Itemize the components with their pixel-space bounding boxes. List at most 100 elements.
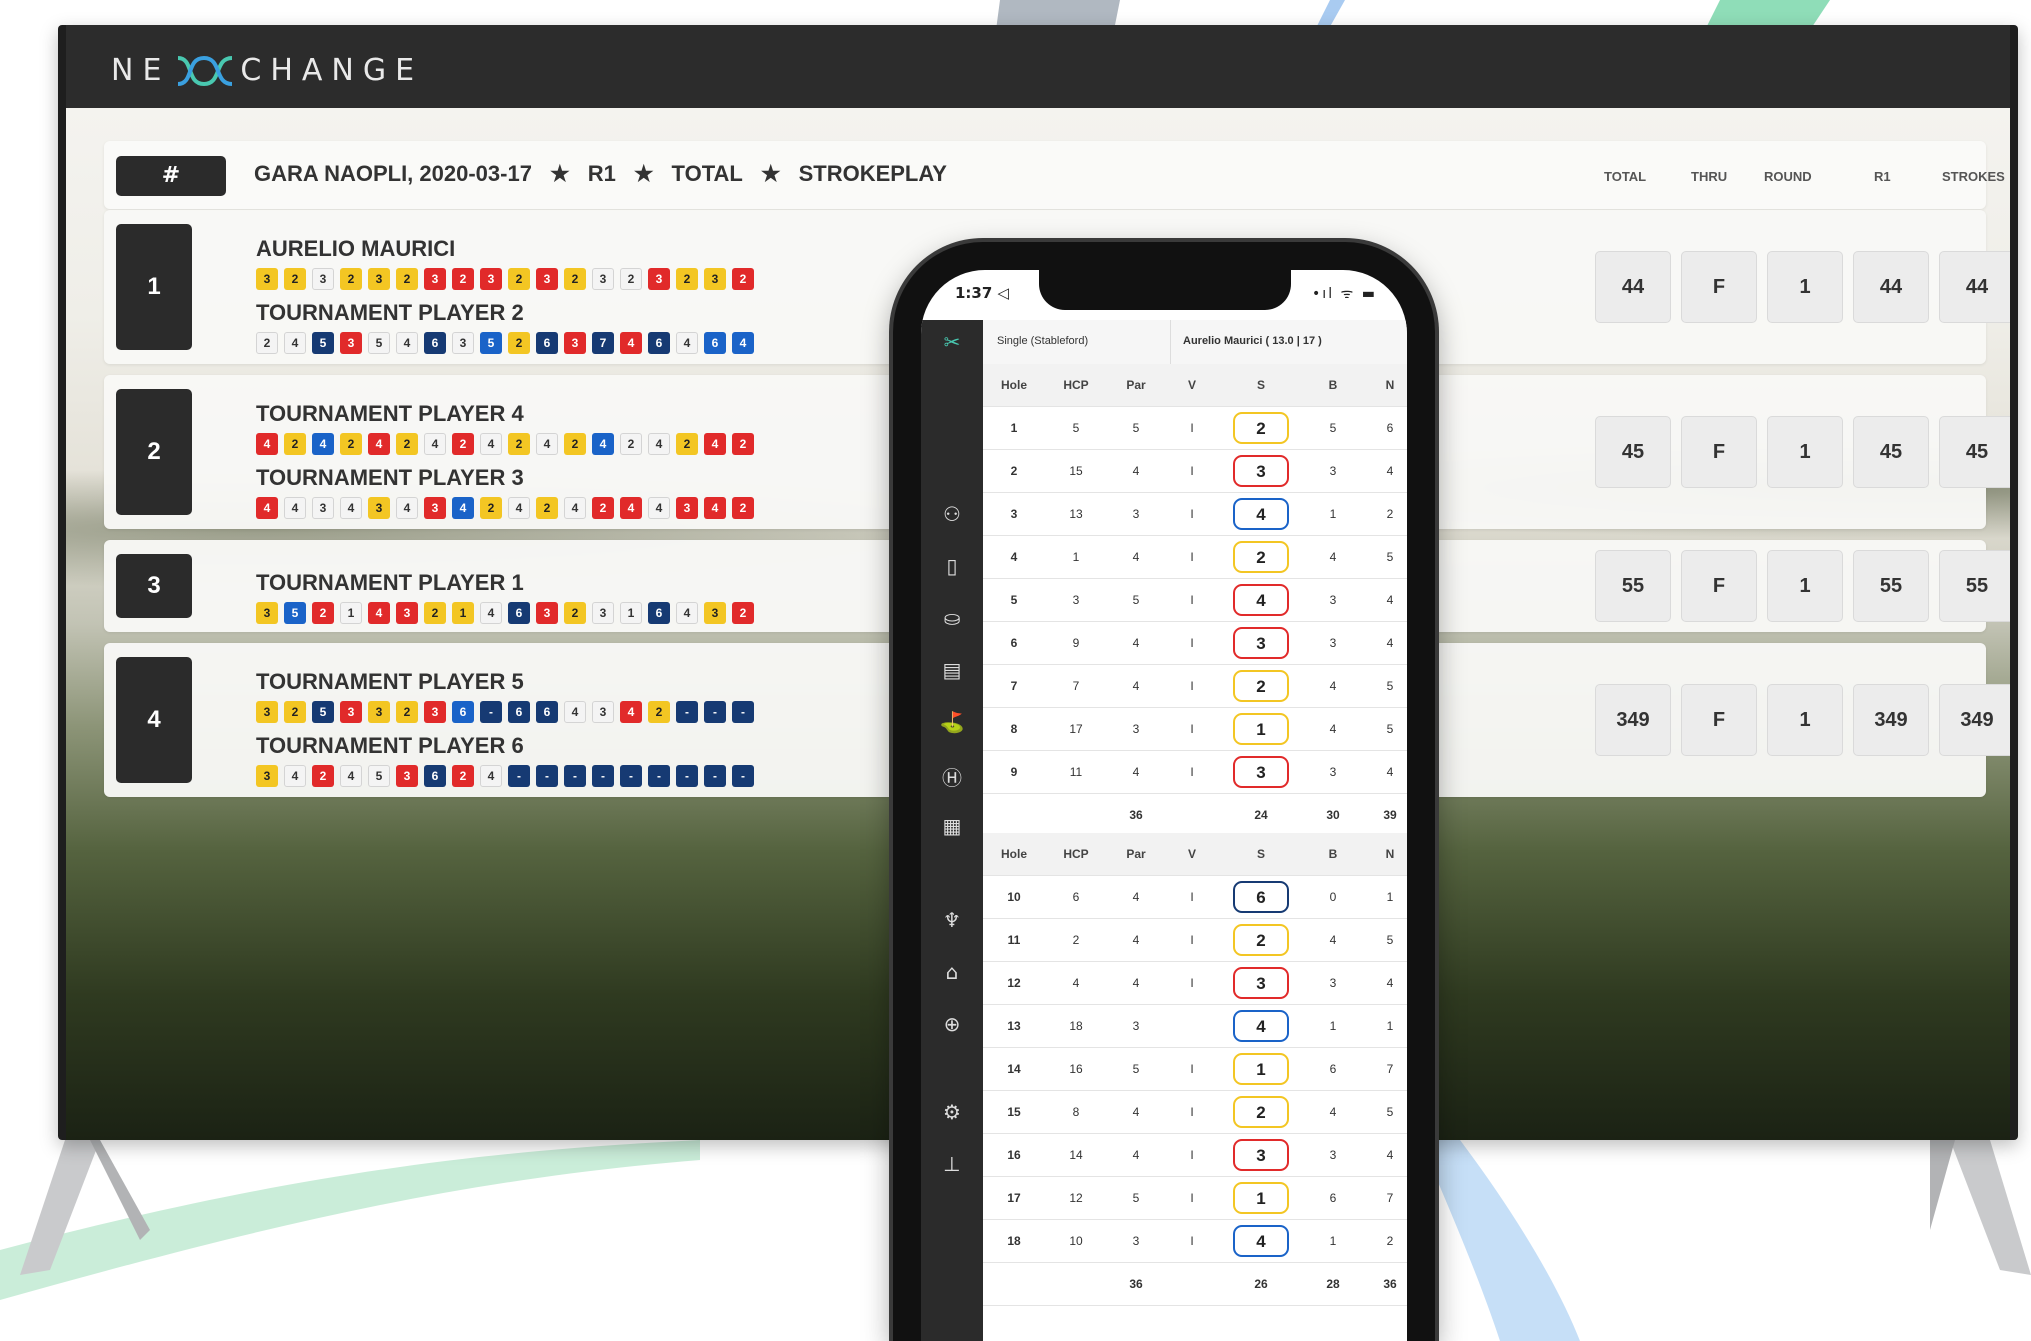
b-cell: 6: [1329, 1062, 1337, 1076]
nexchange-logo: NE CHANGE: [111, 53, 424, 88]
score-input[interactable]: 1: [1233, 1053, 1289, 1085]
hole-row[interactable]: 10 6 4 I 6 0 1: [983, 876, 1407, 919]
score-input[interactable]: 2: [1233, 924, 1289, 956]
score-input[interactable]: 2: [1233, 412, 1289, 444]
player-name[interactable]: AURELIO MAURICI: [256, 236, 455, 262]
hole-row[interactable]: 13 18 3 4 1 1: [983, 1005, 1407, 1048]
trophy-icon[interactable]: ♆: [921, 908, 983, 932]
player-info: Aurelio Maurici ( 13.0 | 17 ): [1183, 335, 1322, 347]
hierarchy-icon[interactable]: ⊥: [921, 1152, 983, 1176]
hole-row[interactable]: 15 8 4 I 2 4 5: [983, 1091, 1407, 1134]
side-nav: ✂ ⚇ ▯ ⛀ ▤ ⛳ Ⓗ ▦ ♆ ⌂ ⊕ ⚙ ⊥: [921, 320, 983, 1341]
hole-score-chip: 4: [620, 332, 642, 354]
score-cell: 2: [1219, 407, 1303, 449]
player-name[interactable]: TOURNAMENT PLAYER 3: [256, 465, 524, 491]
hole-row[interactable]: 4 1 4 I 2 4 5: [983, 536, 1407, 579]
score-input[interactable]: 2: [1233, 670, 1289, 702]
score-input[interactable]: 4: [1233, 1010, 1289, 1042]
score-input[interactable]: 3: [1233, 756, 1289, 788]
hole-row[interactable]: 12 4 4 I 3 3 4: [983, 962, 1407, 1005]
hole-score-chip: 6: [424, 765, 446, 787]
hole-score-chip: 4: [480, 602, 502, 624]
player-stats: 349 F 1 349 349: [1595, 684, 2010, 756]
b-cell: 1: [1329, 1019, 1337, 1033]
score-input[interactable]: 1: [1233, 713, 1289, 745]
hole-row[interactable]: 1 5 5 I 2 5 6: [983, 407, 1407, 450]
star-icon: ★: [760, 161, 781, 186]
golfer-icon[interactable]: ⛳: [921, 710, 983, 734]
thru-stat: F: [1681, 550, 1757, 622]
hole-cell: 16: [1007, 1148, 1021, 1162]
score-input[interactable]: 3: [1233, 967, 1289, 999]
hole-row[interactable]: 2 15 4 I 3 3 4: [983, 450, 1407, 493]
hole-row[interactable]: 5 3 5 I 4 3 4: [983, 579, 1407, 622]
users-icon[interactable]: ⚇: [921, 502, 983, 526]
hole-score-chip: 3: [424, 497, 446, 519]
globe-icon[interactable]: ⊕: [921, 1012, 983, 1036]
hole-row[interactable]: 16 14 4 I 3 3 4: [983, 1134, 1407, 1177]
player-name[interactable]: TOURNAMENT PLAYER 6: [256, 733, 524, 759]
scorecard-icon[interactable]: ▤: [921, 658, 983, 682]
score-input[interactable]: 6: [1233, 881, 1289, 913]
thru-stat: F: [1681, 684, 1757, 756]
par-cell: 4: [1132, 765, 1140, 779]
hole-score-chip: 2: [732, 602, 754, 624]
status-icons: •ıl ᯤ ▬: [1312, 286, 1377, 302]
player-stats: 44 F 1 44 44: [1595, 251, 2010, 323]
hole-score-chip: 2: [312, 602, 334, 624]
hole-score-chip: 4: [256, 497, 278, 519]
v-cell: I: [1190, 976, 1194, 990]
thru-stat: F: [1681, 251, 1757, 323]
b-cell: 3: [1329, 1148, 1337, 1162]
hole-row[interactable]: 3 13 3 I 4 1 2: [983, 493, 1407, 536]
hole-scores: 323232323232323232: [256, 268, 754, 290]
hole-row[interactable]: 9 11 4 I 3 3 4: [983, 751, 1407, 794]
score-input[interactable]: 4: [1233, 498, 1289, 530]
scorecard-header: Single (Stableford) Aurelio Maurici ( 13…: [983, 320, 1407, 365]
hole-row[interactable]: 8 17 3 I 1 4 5: [983, 708, 1407, 751]
r1-stat: 349: [1853, 684, 1929, 756]
player-name[interactable]: TOURNAMENT PLAYER 1: [256, 570, 524, 596]
hole-row[interactable]: 14 16 5 I 1 6 7: [983, 1048, 1407, 1091]
hole-score-chip: 5: [312, 701, 334, 723]
hole-row[interactable]: 17 12 5 I 1 6 7: [983, 1177, 1407, 1220]
player-name[interactable]: TOURNAMENT PLAYER 4: [256, 401, 524, 427]
hole-row[interactable]: 18 10 3 I 4 1 2: [983, 1220, 1407, 1263]
score-input[interactable]: 3: [1233, 627, 1289, 659]
hole-score-chip: 4: [452, 497, 474, 519]
score-input[interactable]: 4: [1233, 584, 1289, 616]
v-cell: I: [1190, 550, 1194, 564]
hole-score-chip: 2: [396, 701, 418, 723]
hole-score-chip: 2: [424, 602, 446, 624]
settings-icon[interactable]: ⚙: [921, 1100, 983, 1124]
player-name[interactable]: TOURNAMENT PLAYER 5: [256, 669, 524, 695]
player-name[interactable]: TOURNAMENT PLAYER 2: [256, 300, 524, 326]
logo-icon[interactable]: ✂: [921, 330, 983, 354]
hole-score-chip: -: [704, 701, 726, 723]
calendar-icon[interactable]: ▦: [921, 814, 983, 838]
hole-row[interactable]: 11 2 4 I 2 4 5: [983, 919, 1407, 962]
v-cell: I: [1190, 1062, 1194, 1076]
hole-score-chip: 3: [340, 332, 362, 354]
hole-score-chip: 4: [396, 497, 418, 519]
h-icon[interactable]: Ⓗ: [921, 762, 983, 791]
podium-icon[interactable]: ⛀: [921, 606, 983, 630]
hole-row[interactable]: 6 9 4 I 3 3 4: [983, 622, 1407, 665]
hole-row[interactable]: 7 7 4 I 2 4 5: [983, 665, 1407, 708]
score-input[interactable]: 1: [1233, 1182, 1289, 1214]
par-cell: 3: [1132, 1234, 1140, 1248]
score-input[interactable]: 2: [1233, 1096, 1289, 1128]
score-cell: 2: [1219, 665, 1303, 707]
hole-score-chip: 2: [340, 268, 362, 290]
hole-cell: 18: [1007, 1234, 1021, 1248]
hole-score-chip: 2: [396, 433, 418, 455]
score-input[interactable]: 2: [1233, 541, 1289, 573]
score-input[interactable]: 3: [1233, 455, 1289, 487]
phone-device: 1:37 ◁ •ıl ᯤ ▬ ✂ ⚇ ▯ ⛀ ▤ ⛳ Ⓗ ▦ ♆ ⌂ ⊕ ⚙ ⊥…: [893, 242, 1435, 1341]
home-icon[interactable]: ⌂: [921, 960, 983, 984]
score-input[interactable]: 3: [1233, 1139, 1289, 1171]
competition-title: GARA NAOPLI, 2020-03-17 ★ R1 ★ TOTAL ★ S…: [254, 161, 947, 186]
card-icon[interactable]: ▯: [921, 554, 983, 578]
score-input[interactable]: 4: [1233, 1225, 1289, 1257]
hole-score-chip: -: [508, 765, 530, 787]
